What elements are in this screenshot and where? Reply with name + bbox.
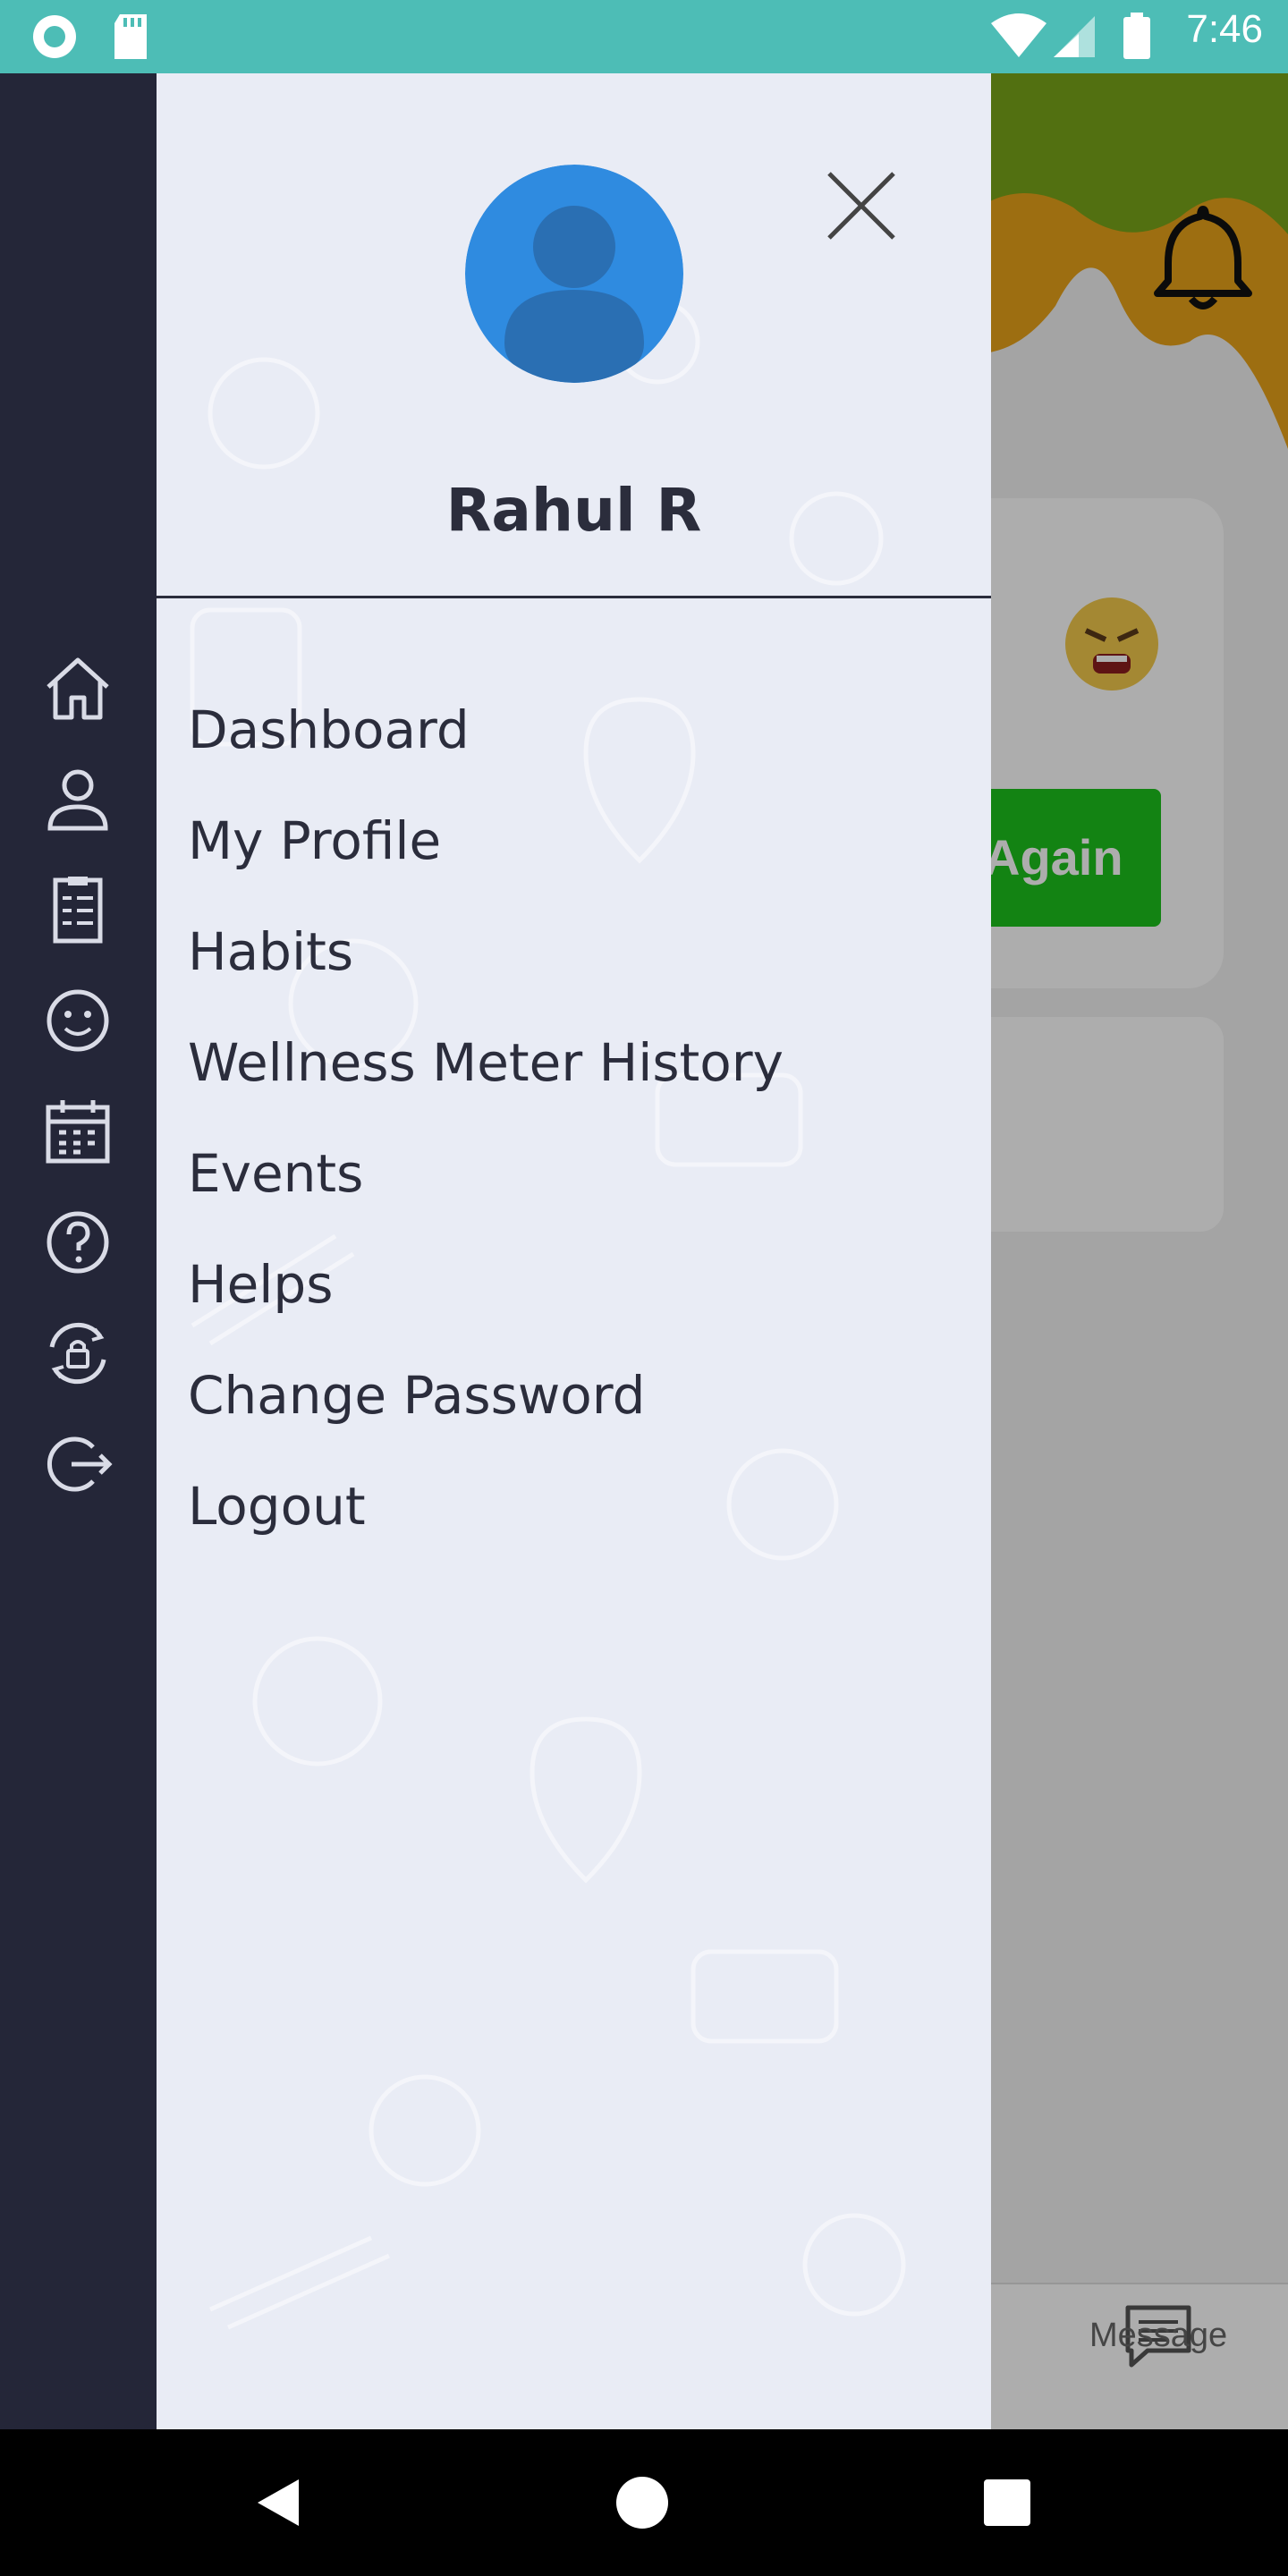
logout-icon[interactable] [41,1428,114,1501]
change-password-icon[interactable] [41,1317,114,1390]
cell-signal-icon [1054,16,1095,57]
user-name: Rahul R [445,476,702,545]
icon-rail [0,73,157,2429]
navigation-drawer: Rahul R Dashboard My Profile Habits Well… [157,73,991,2429]
battery-icon [1123,13,1150,59]
habits-icon[interactable] [41,873,114,946]
wifi-icon [991,13,1046,57]
back-icon[interactable] [252,2476,306,2529]
menu-item-habits[interactable]: Habits [188,921,353,1002]
fitness-pattern-background [190,299,906,2330]
sd-card-icon [114,14,147,59]
menu-item-my-profile[interactable]: My Profile [188,810,441,891]
home-icon[interactable] [41,651,114,724]
menu-item-events[interactable]: Events [188,1143,363,1224]
menu-item-wellness-meter-history[interactable]: Wellness Meter History [188,1032,784,1113]
close-icon[interactable] [818,163,904,249]
record-icon [33,15,76,58]
menu-item-change-password[interactable]: Change Password [188,1365,645,1445]
system-navigation-bar [0,2429,1288,2576]
drawer-divider [157,596,991,598]
clock: 7:46 [1186,7,1263,51]
recents-icon[interactable] [982,2478,1032,2528]
avatar[interactable] [465,165,683,383]
menu-item-dashboard[interactable]: Dashboard [188,699,470,780]
profile-icon[interactable] [41,762,114,835]
help-icon[interactable] [41,1206,114,1279]
status-bar: 7:46 [0,0,1288,73]
menu-item-logout[interactable]: Logout [188,1476,366,1556]
home-circle-icon[interactable] [615,2476,669,2529]
calendar-icon[interactable] [41,1095,114,1168]
menu-item-helps[interactable]: Helps [188,1254,333,1335]
wellness-icon[interactable] [41,984,114,1057]
